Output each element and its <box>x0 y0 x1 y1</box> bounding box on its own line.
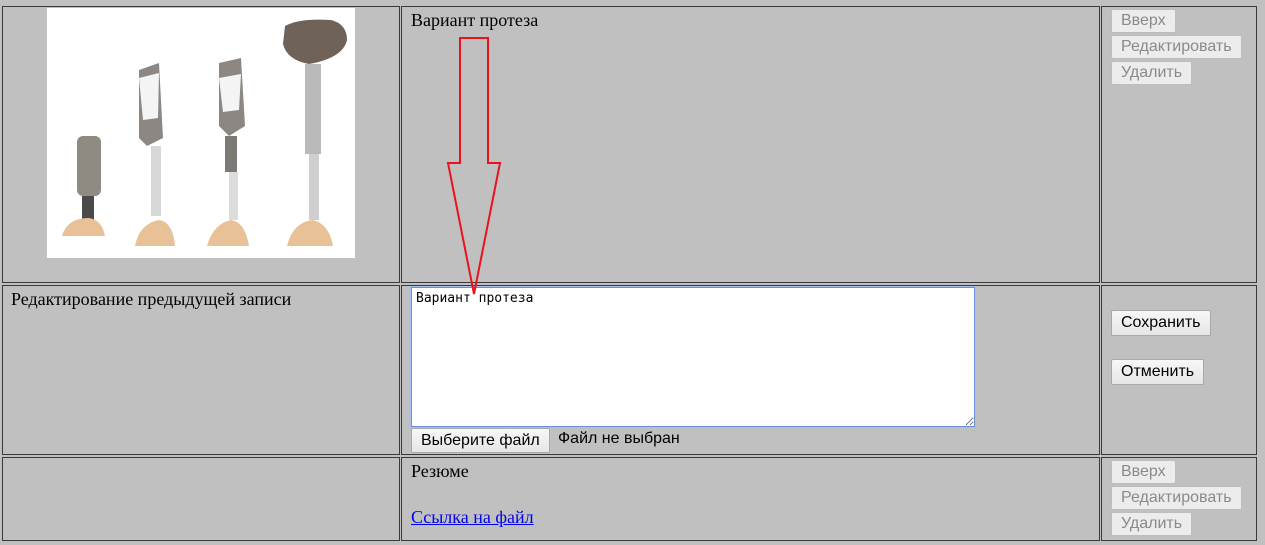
choose-file-button[interactable]: Выберите файл <box>411 428 550 453</box>
row1-up-button[interactable]: Вверх <box>1111 9 1176 33</box>
row1-title: Вариант протеза <box>411 10 539 30</box>
prosthesis-illustration <box>62 19 347 246</box>
row1-delete-button[interactable]: Удалить <box>1111 61 1193 85</box>
row1-edit-button[interactable]: Редактировать <box>1111 35 1242 59</box>
row2-title-cell <box>2 285 400 455</box>
prosthesis-1 <box>62 136 105 236</box>
row3-text-cell <box>401 457 1100 541</box>
row1-text-cell <box>401 6 1100 283</box>
entry-text-editor[interactable] <box>410 286 976 428</box>
file-link[interactable]: Ссылка на файл <box>411 507 534 528</box>
save-button[interactable]: Сохранить <box>1111 310 1211 336</box>
prosthesis-2 <box>135 63 175 246</box>
row3-empty-cell <box>2 457 400 541</box>
prosthesis-4 <box>283 19 347 246</box>
row3-title: Резюме <box>411 461 469 481</box>
file-status-text: Файл не выбран <box>558 430 680 447</box>
prosthesis-3 <box>207 58 249 246</box>
row3-delete-button[interactable]: Удалить <box>1111 512 1193 536</box>
edit-previous-entry-label: Редактирование предыдущей записи <box>11 289 292 309</box>
row3-edit-button[interactable]: Редактировать <box>1111 486 1242 510</box>
cancel-button[interactable]: Отменить <box>1111 359 1205 385</box>
prosthesis-photo <box>47 8 355 258</box>
row3-up-button[interactable]: Вверх <box>1111 460 1176 484</box>
